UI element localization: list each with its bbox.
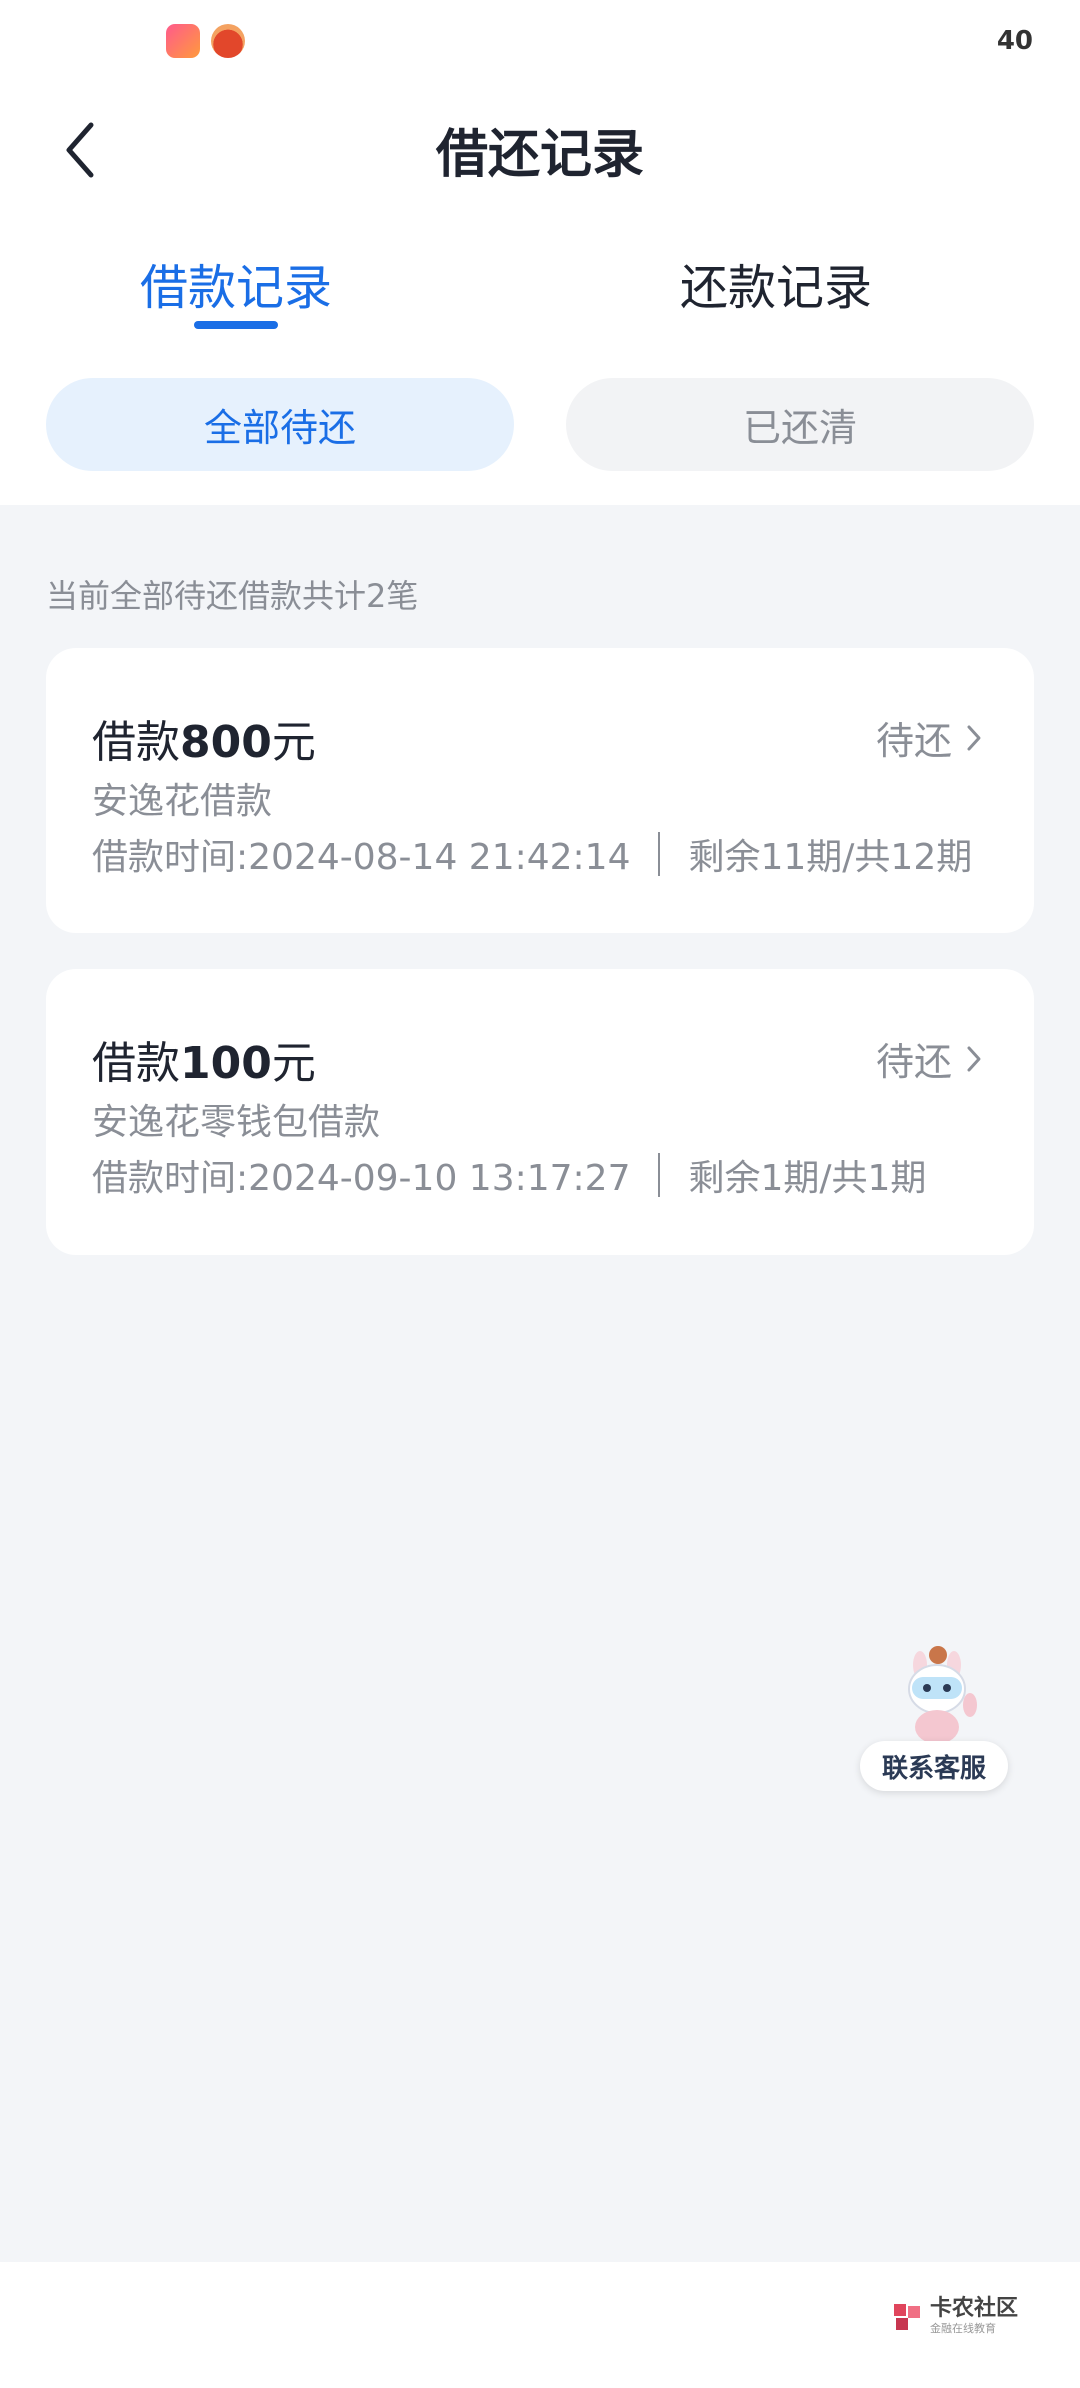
loan-meta: 借款时间:2024-09-10 13:17:27 剩余1期/共1期 (92, 1149, 926, 1201)
app-notification-icon (211, 24, 245, 58)
loan-title: 借款800元 (92, 706, 316, 770)
tab-repay-records[interactable]: 还款记录 (680, 248, 872, 318)
loan-card[interactable]: 借款100元 待还 安逸花零钱包借款 借款时间:2024-09-10 13:17… (46, 969, 1034, 1255)
mascot-icon (908, 1646, 977, 1744)
filter-all-pending[interactable]: 全部待还 (46, 378, 514, 471)
tab-borrow-records[interactable]: 借款记录 (140, 248, 332, 318)
loan-status[interactable]: 待还 (876, 710, 982, 765)
loan-time: 借款时间:2024-08-14 21:42:14 (92, 837, 631, 878)
tab-active-indicator (194, 321, 278, 329)
status-time: 40 (996, 26, 1033, 56)
watermark-text: 卡农社区 (929, 2296, 1018, 2321)
loan-amount: 100 (180, 1038, 272, 1089)
meta-divider (658, 1153, 661, 1197)
watermark-subtext: 金融在线教育 (929, 2322, 996, 2335)
loan-card[interactable]: 借款800元 待还 安逸花借款 借款时间:2024-08-14 21:42:14… (46, 648, 1034, 933)
bottom-bar: 卡农社区 金融在线教育 (0, 2262, 1080, 2388)
loan-title: 借款100元 (92, 1027, 316, 1091)
customer-service-label: 联系客服 (860, 1741, 1008, 1791)
loan-product: 安逸花借款 (92, 781, 273, 822)
loan-title-prefix: 借款 (92, 1038, 180, 1089)
status-bar: 40 (0, 0, 1080, 86)
loan-time: 借款时间:2024-09-10 13:17:27 (92, 1158, 631, 1199)
filter-paid-off[interactable]: 已还清 (566, 378, 1034, 471)
loan-product: 安逸花零钱包借款 (92, 1102, 381, 1143)
pending-summary: 当前全部待还借款共计2笔 (46, 577, 419, 615)
page-title: 借还记录 (435, 125, 644, 185)
chevron-right-icon (967, 1046, 981, 1071)
loan-meta: 借款时间:2024-08-14 21:42:14 剩余11期/共12期 (92, 828, 972, 880)
loan-periods: 剩余1期/共1期 (688, 1158, 927, 1199)
app-notification-icon (166, 24, 200, 58)
customer-service-button[interactable]: 联系客服 (860, 1645, 1010, 1795)
watermark: 卡农社区 金融在线教育 (890, 2298, 1018, 2336)
meta-divider (658, 832, 661, 876)
loan-amount: 800 (180, 717, 272, 768)
chevron-right-icon (967, 725, 981, 750)
top-panel: 40 借还记录 借款记录 还款记录 全部待还 已还清 (0, 0, 1080, 505)
loan-periods: 剩余11期/共12期 (688, 837, 973, 878)
loan-status-label: 待还 (875, 719, 952, 763)
loan-unit: 元 (271, 1038, 316, 1089)
loan-title-prefix: 借款 (92, 717, 180, 768)
kanong-logo-icon (893, 2304, 920, 2330)
loan-status[interactable]: 待还 (876, 1031, 982, 1086)
loan-status-label: 待还 (875, 1040, 952, 1084)
loan-unit: 元 (271, 717, 316, 768)
